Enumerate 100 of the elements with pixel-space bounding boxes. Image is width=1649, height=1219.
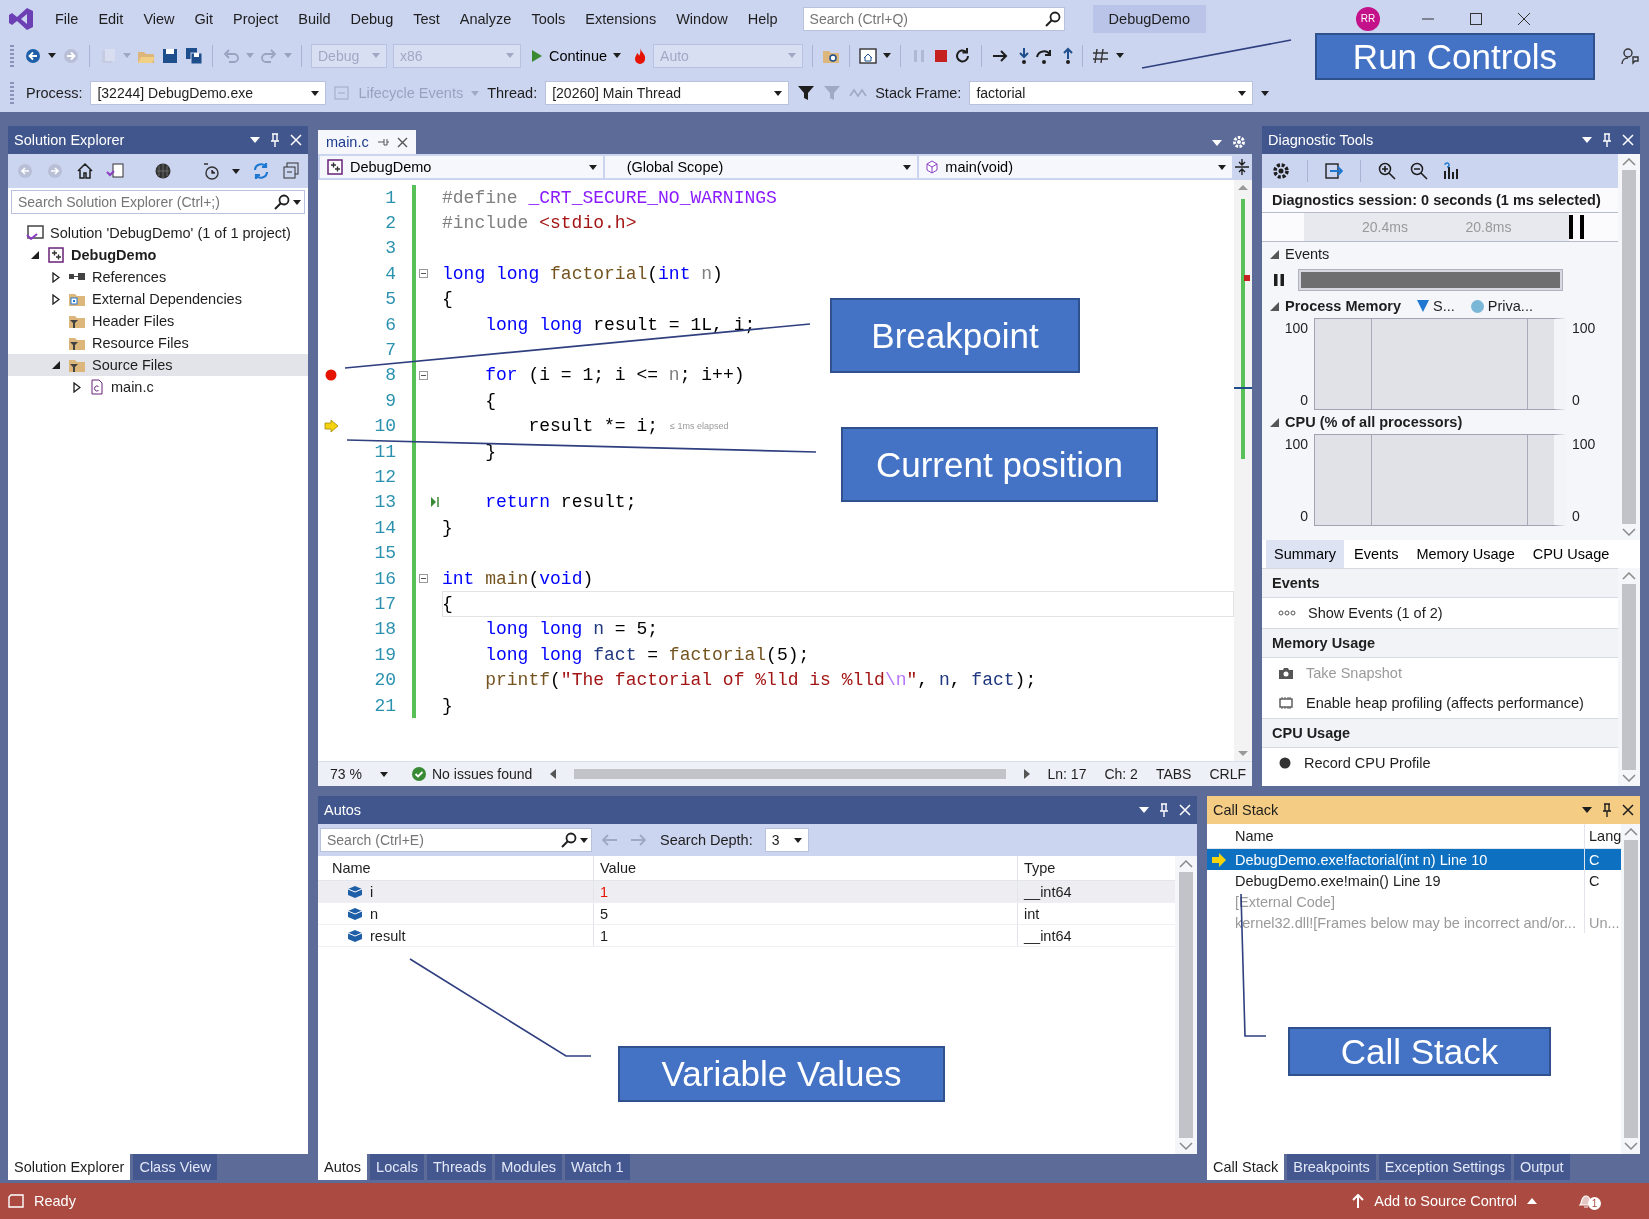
zoom-in-icon[interactable] (1378, 162, 1396, 180)
bar-chart-icon[interactable] (1442, 162, 1460, 180)
stop-icon[interactable] (932, 47, 949, 65)
dropdown[interactable]: [20260] Main Thread (545, 81, 790, 106)
back-icon[interactable] (24, 47, 42, 65)
menu-item[interactable]: Edit (89, 6, 133, 31)
column-header[interactable]: Value (594, 856, 1018, 880)
tree-item[interactable]: Source Files (8, 354, 308, 376)
caret-icon[interactable] (1116, 53, 1125, 59)
search-field[interactable]: Search Solution Explorer (Ctrl+;) (11, 190, 305, 214)
window-icon[interactable] (8, 1194, 24, 1208)
column-header[interactable]: Name (318, 856, 594, 880)
caret-up-icon[interactable] (1527, 1198, 1537, 1204)
close-icon[interactable] (1622, 804, 1634, 816)
dropdown-icon[interactable] (1139, 807, 1149, 813)
caret-icon[interactable] (1218, 164, 1226, 170)
caret-icon[interactable] (311, 90, 320, 96)
tab[interactable]: Breakpoints (1287, 1154, 1376, 1180)
menu-item[interactable]: Git (185, 6, 223, 31)
expanded-arrow-icon[interactable] (1270, 249, 1279, 259)
column-header[interactable]: Name (1231, 824, 1585, 848)
history-icon[interactable] (202, 162, 220, 180)
hex-icon[interactable] (1092, 47, 1111, 65)
menu-item[interactable]: File (46, 6, 88, 31)
dropdown-icon[interactable] (1212, 140, 1222, 146)
scroll-up-icon[interactable] (1622, 572, 1636, 580)
stack-frame-row[interactable]: DebugDemo.exe!factorial(int n) Line 10 C (1207, 849, 1622, 870)
filter-icon[interactable] (797, 84, 816, 103)
collapsed-arrow-icon[interactable] (73, 381, 81, 393)
issues-status[interactable]: No issues found (432, 766, 533, 782)
scroll-down-icon[interactable] (1622, 774, 1636, 782)
scrollbar[interactable] (1234, 180, 1252, 761)
action-link[interactable]: Record CPU Profile (1262, 748, 1618, 778)
search-field[interactable]: Search (Ctrl+E) (320, 828, 592, 852)
expanded-arrow-icon[interactable] (51, 360, 61, 370)
search-field[interactable]: Search (Ctrl+Q) (802, 6, 1065, 31)
caret-icon[interactable] (48, 53, 56, 59)
settings-icon[interactable] (1272, 162, 1290, 180)
dropdown-icon[interactable] (1582, 137, 1592, 143)
column-indicator[interactable]: Ch: 2 (1104, 766, 1138, 782)
tab[interactable]: Autos (318, 1154, 368, 1180)
horizontal-scrollbar[interactable] (550, 769, 1030, 779)
events-track[interactable] (1298, 269, 1563, 291)
switch-views-icon[interactable] (106, 162, 124, 180)
dropdown[interactable]: 3 (764, 828, 809, 852)
globe-icon[interactable] (154, 162, 172, 180)
scrollbar[interactable] (1618, 154, 1640, 540)
table-row[interactable]: i 1 __int64 (318, 881, 1175, 903)
continue-button[interactable]: Continue (527, 46, 626, 66)
scroll-left-icon[interactable] (550, 769, 557, 779)
menu-item[interactable]: Build (289, 6, 340, 31)
menu-item[interactable]: Project (224, 6, 288, 31)
step-over-icon[interactable] (1035, 47, 1054, 65)
tree-item[interactable]: References (8, 266, 308, 288)
scroll-up-icon[interactable] (1237, 184, 1249, 191)
table-row[interactable]: result 1 __int64 (318, 925, 1175, 947)
avatar[interactable]: RR (1356, 6, 1380, 31)
caret-icon[interactable] (380, 771, 388, 777)
pin-icon[interactable] (1602, 803, 1612, 817)
save-all-icon[interactable] (185, 47, 203, 65)
tree-item[interactable]: Header Files (8, 310, 308, 332)
tab[interactable]: Call Stack (1207, 1154, 1285, 1180)
home-icon[interactable] (76, 162, 94, 180)
tab[interactable]: Watch 1 (565, 1154, 630, 1180)
menu-item[interactable]: View (134, 6, 184, 31)
tree-item[interactable]: Solution 'DebugDemo' (1 of 1 project) (8, 222, 308, 244)
split-icon[interactable] (1234, 158, 1250, 176)
indent-indicator[interactable]: TABS (1155, 766, 1192, 782)
tree-item[interactable]: DebugDemo (8, 244, 308, 266)
tree-item[interactable]: Resource Files (8, 332, 308, 354)
source-control-button[interactable]: Add to Source Control (1374, 1193, 1517, 1209)
scroll-up-icon[interactable] (1622, 158, 1636, 166)
run-to-click-icon[interactable] (430, 496, 440, 509)
dropdown[interactable]: [32244] DebugDemo.exe (90, 81, 327, 106)
caret-icon[interactable] (232, 168, 240, 174)
fold-icon[interactable] (418, 574, 428, 584)
pause-icon[interactable] (1274, 274, 1284, 286)
close-icon[interactable] (396, 136, 408, 148)
caret-icon[interactable] (793, 837, 802, 843)
scroll-up-icon[interactable] (1179, 860, 1193, 868)
column-header[interactable]: Lang (1585, 824, 1622, 848)
scroll-right-icon[interactable] (1023, 769, 1030, 779)
expanded-arrow-icon[interactable] (1270, 417, 1279, 427)
tab[interactable]: Events (1346, 540, 1407, 568)
caret-icon[interactable] (883, 53, 892, 59)
tab[interactable]: Output (1513, 1154, 1570, 1180)
collapsed-arrow-icon[interactable] (52, 293, 60, 305)
close-icon[interactable] (1518, 12, 1530, 25)
range-handle-icon[interactable] (1569, 213, 1585, 241)
action-link[interactable]: Show Events (1 of 2) (1262, 598, 1618, 628)
navigation-dropdown[interactable]: DebugDemo (320, 156, 603, 178)
menu-item[interactable]: Test (404, 6, 449, 31)
navigation-dropdown[interactable]: (Global Scope) (604, 156, 918, 178)
navigation-dropdown[interactable]: main(void) (919, 156, 1232, 178)
fold-icon[interactable] (418, 370, 428, 380)
tab[interactable]: Class View (133, 1154, 217, 1180)
scrollbar[interactable] (1618, 568, 1640, 786)
zoom-dropdown[interactable]: 73 % (324, 764, 394, 784)
expanded-arrow-icon[interactable] (1270, 301, 1279, 311)
tab[interactable]: Solution Explorer (8, 1154, 131, 1180)
